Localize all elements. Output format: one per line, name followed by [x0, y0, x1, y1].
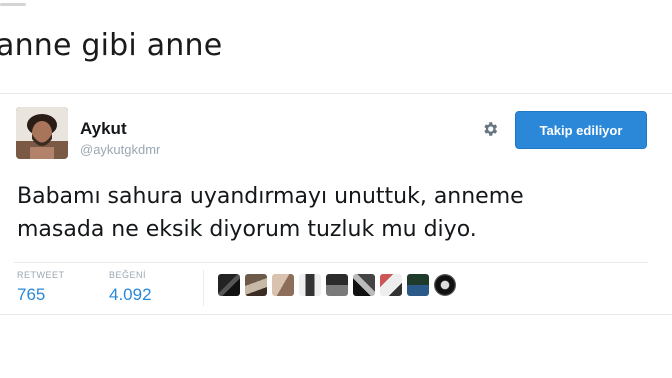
avatar[interactable] — [16, 107, 68, 159]
favoriter-avatar[interactable] — [245, 274, 267, 296]
top-divider — [0, 3, 26, 6]
favoriter-avatar[interactable] — [434, 274, 456, 296]
favoriters-avatars — [218, 274, 456, 296]
stats-divider — [14, 262, 648, 263]
favoriter-avatar[interactable] — [299, 274, 321, 296]
like-count[interactable]: 4.092 — [109, 285, 152, 305]
author-handle[interactable]: @aykutgkdmr — [80, 142, 160, 157]
like-label: BEĞENİ — [109, 270, 147, 280]
gear-icon[interactable] — [481, 120, 499, 138]
tweet-text-line: masada ne eksik diyorum tuzluk mu diyo. — [17, 217, 477, 242]
like-stat[interactable]: BEĞENİ 4.092 — [109, 270, 152, 305]
favoriter-avatar[interactable] — [326, 274, 348, 296]
post-caption: anne gibi anne — [0, 28, 223, 63]
stats-vertical-divider — [203, 270, 204, 306]
tweet-text: Babamı sahura uyandırmayı unuttuk, annem… — [17, 180, 637, 246]
favoriter-avatar[interactable] — [380, 274, 402, 296]
favoriter-avatar[interactable] — [407, 274, 429, 296]
retweet-label: RETWEET — [17, 270, 65, 280]
favoriter-avatar[interactable] — [272, 274, 294, 296]
author-name[interactable]: Aykut — [80, 119, 127, 139]
favoriter-avatar[interactable] — [218, 274, 240, 296]
tweet-card: Aykut @aykutgkdmr Takip ediliyor Babamı … — [0, 93, 672, 315]
tweet-text-line: Babamı sahura uyandırmayı unuttuk, annem… — [17, 184, 524, 209]
retweet-count[interactable]: 765 — [17, 285, 65, 305]
retweet-stat[interactable]: RETWEET 765 — [17, 270, 65, 305]
favoriter-avatar[interactable] — [353, 274, 375, 296]
following-button[interactable]: Takip ediliyor — [515, 111, 647, 149]
